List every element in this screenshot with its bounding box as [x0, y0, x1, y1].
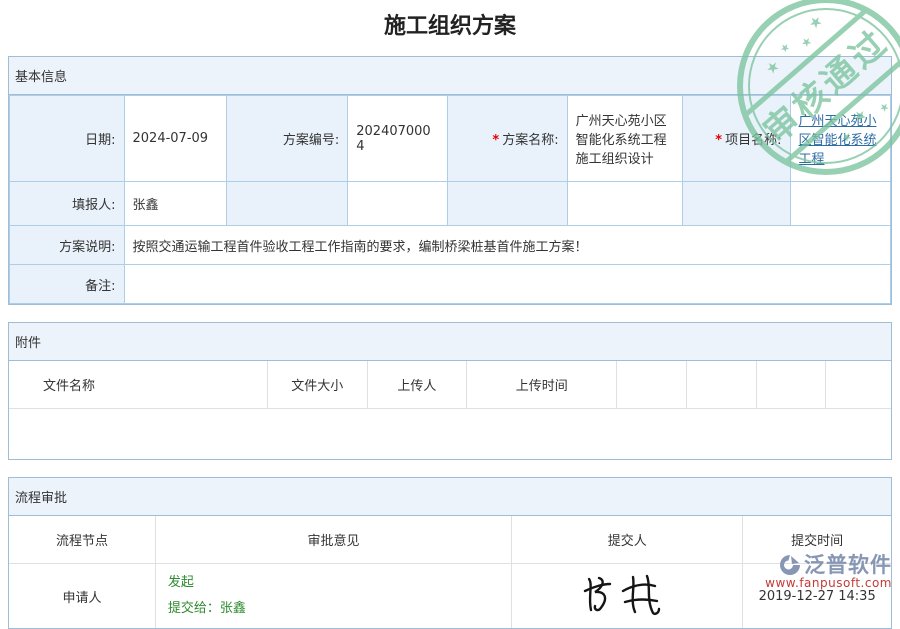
reporter-label: 填报人: — [10, 182, 125, 226]
attachments-section: 附件 文件名称 文件大小 上传人 上传时间 — [8, 322, 892, 460]
col-header-empty — [756, 361, 826, 409]
col-header-empty — [686, 361, 756, 409]
submitter-signature-cell — [512, 564, 743, 629]
plan-no-value: 2024070004 — [348, 96, 448, 182]
svg-text:★: ★ — [777, 40, 793, 56]
plan-no-label: 方案编号: — [226, 96, 348, 182]
remark-value — [124, 265, 890, 304]
empty-label-cell — [683, 182, 790, 226]
page-title: 施工组织方案 — [0, 0, 900, 40]
plan-name-label: *方案名称: — [447, 96, 567, 182]
col-header-file-size: 文件大小 — [267, 361, 367, 409]
reporter-value: 张鑫 — [124, 182, 226, 226]
col-header-empty — [617, 361, 687, 409]
fanpu-watermark: 泛普软件 www.fanpusoft.com — [740, 553, 892, 590]
col-header-submitter: 提交人 — [512, 516, 743, 564]
attachments-empty-area — [9, 409, 891, 459]
fanpu-logo-icon — [778, 553, 802, 577]
col-header-flow-node: 流程节点 — [9, 516, 155, 564]
col-header-file-name: 文件名称 — [9, 361, 267, 409]
required-asterisk-icon: * — [492, 133, 499, 148]
empty-label-cell — [447, 182, 567, 226]
submit-time-value: 2019-12-27 14:35 — [759, 589, 876, 604]
remark-label: 备注: — [10, 265, 125, 304]
basic-info-section-title: 基本信息 — [9, 57, 891, 95]
description-value: 按照交通运输工程首件验收工程工作指南的要求，编制桥梁桩基首件施工方案！ — [124, 226, 890, 265]
empty-value-cell — [348, 182, 448, 226]
description-label: 方案说明: — [10, 226, 125, 265]
empty-label-cell — [226, 182, 348, 226]
col-header-empty — [826, 361, 891, 409]
empty-value-cell — [790, 182, 891, 226]
project-name-link[interactable]: 广州天心苑小区智能化系统工程 — [799, 114, 877, 167]
fanpu-brand-name: 泛普软件 — [804, 554, 892, 576]
plan-name-value: 广州天心苑小区智能化系统工程施工组织设计 — [567, 96, 682, 182]
project-name-cell: 广州天心苑小区智能化系统工程 — [790, 96, 891, 182]
signature-image — [579, 571, 675, 621]
col-header-upload-time: 上传时间 — [467, 361, 617, 409]
basic-info-section: 基本信息 日期: 2024-07-09 方案编号: 2024070004 *方案… — [8, 56, 892, 305]
project-name-label: *项目名称: — [683, 96, 790, 182]
date-label: 日期: — [10, 96, 125, 182]
flow-node-value: 申请人 — [9, 564, 155, 629]
attachments-table: 文件名称 文件大小 上传人 上传时间 — [9, 361, 891, 459]
opinion-action: 发起 — [168, 570, 499, 596]
col-header-uploader: 上传人 — [367, 361, 467, 409]
date-value: 2024-07-09 — [124, 96, 226, 182]
required-asterisk-icon: * — [715, 133, 722, 148]
approval-opinion-cell: 发起 提交给：张鑫 — [155, 564, 511, 629]
attachments-section-title: 附件 — [9, 323, 891, 361]
empty-value-cell — [567, 182, 682, 226]
col-header-approval-opinion: 审批意见 — [155, 516, 511, 564]
approval-flow-section-title: 流程审批 — [9, 478, 891, 516]
basic-info-table: 日期: 2024-07-09 方案编号: 2024070004 *方案名称: 广… — [9, 95, 891, 304]
